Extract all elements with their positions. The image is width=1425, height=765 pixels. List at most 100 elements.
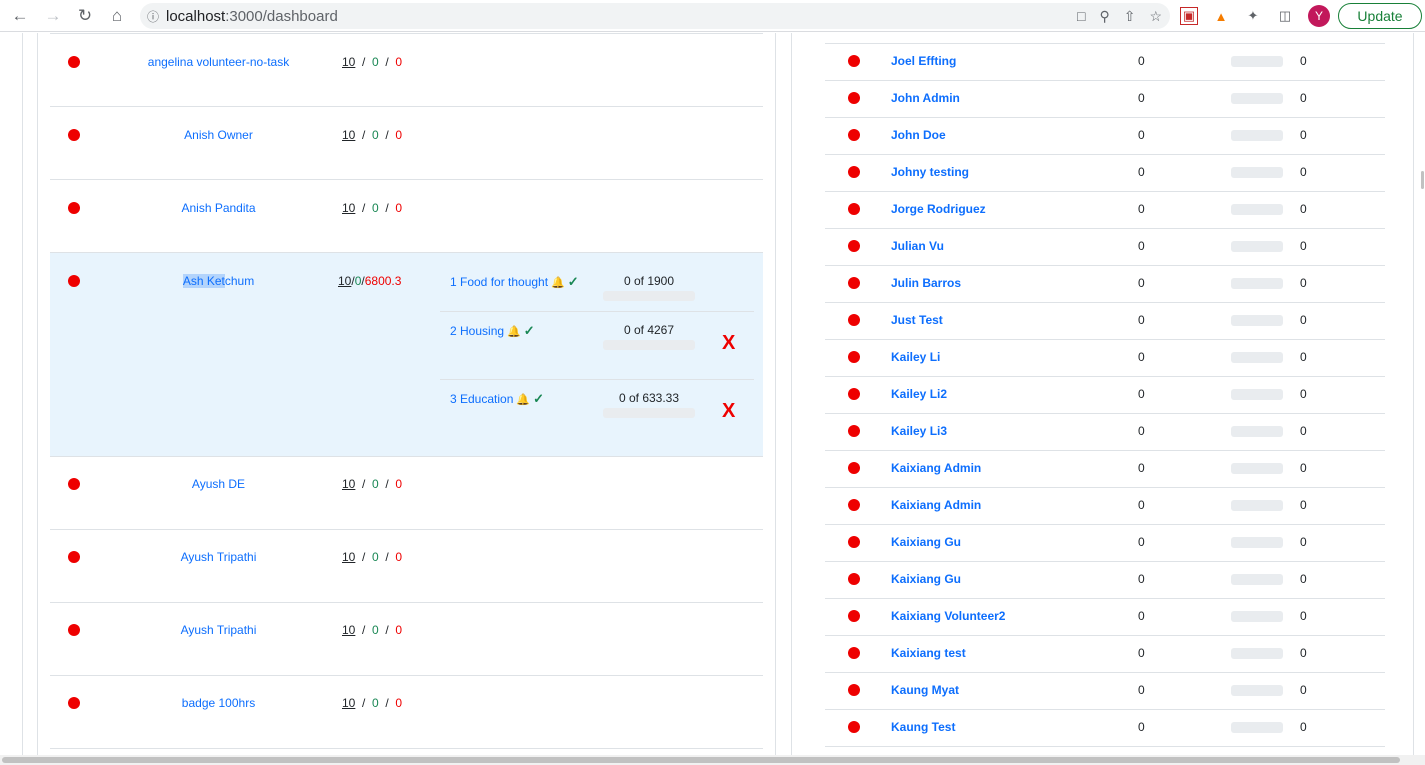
member-name-link[interactable]: Kailey Li2 [891, 387, 947, 401]
member-name-link[interactable]: Kaixiang Gu [891, 572, 961, 586]
hours-value: 0 [1138, 498, 1145, 512]
scrollbar-thumb[interactable] [2, 757, 1400, 763]
task-link[interactable]: 3 Education 🔔 ✓ [450, 391, 544, 407]
member-name-link[interactable]: Kailey Li [891, 350, 940, 364]
hours-ratio: 10 / 0 / 0 [342, 55, 403, 69]
member-name-link[interactable]: Ayush Tripathi [110, 550, 327, 564]
horizontal-scrollbar[interactable] [0, 755, 1425, 765]
total-value: 0 [1300, 683, 1307, 697]
back-icon[interactable]: ← [4, 0, 36, 32]
member-name-link[interactable]: Kaung Test [891, 720, 955, 734]
address-bar[interactable]: ⓘ localhost:3000/dashboard □ ⚲ ⇧ ☆ [140, 3, 1170, 29]
tangible-hours[interactable]: 10 [342, 201, 355, 215]
profile-avatar[interactable]: Y [1308, 5, 1330, 27]
tangible-hours[interactable]: 10 [342, 696, 355, 710]
member-name-link[interactable]: Anish Pandita [110, 201, 327, 215]
vertical-scrollbar[interactable] [1421, 171, 1424, 189]
member-name-link[interactable]: Kaixiang Volunteer2 [891, 609, 1005, 623]
check-icon[interactable]: ✓ [524, 323, 535, 339]
member-name-link[interactable]: Ayush DE [110, 477, 327, 491]
member-name-link[interactable]: angelina volunteer-no-task [110, 55, 327, 69]
metamask-fox-icon[interactable]: ▲ [1212, 7, 1230, 25]
table-row: angelina volunteer-no-task 10 / 0 / 0 [50, 34, 763, 107]
member-name-link[interactable]: Just Test [891, 313, 943, 327]
total-value: 0 [1300, 91, 1307, 105]
progress-bar [1231, 167, 1283, 178]
share-icon[interactable]: ⇧ [1124, 8, 1136, 25]
member-name-link[interactable]: Ayush Tripathi [110, 623, 327, 637]
weekly-hours: 0 [372, 55, 379, 69]
member-name-link[interactable]: Kaixiang Gu [891, 535, 961, 549]
progress-bar [1231, 93, 1283, 104]
member-name-link[interactable]: Kaixiang Admin [891, 498, 981, 512]
bell-icon[interactable]: 🔔 [507, 325, 521, 338]
status-dot [68, 275, 80, 287]
tangible-hours[interactable]: 10 [342, 623, 355, 637]
zoom-icon[interactable]: ⚲ [1099, 8, 1109, 25]
member-name-link[interactable]: Kaung Myat [891, 683, 959, 697]
task-link[interactable]: 1 Food for thought 🔔 ✓ [450, 274, 579, 290]
task-list: 1 Food for thought 🔔 ✓ 0 of 1900 2 Housing… [440, 263, 754, 458]
tangible-hours[interactable]: 10 [338, 274, 351, 288]
site-info-icon[interactable]: ⓘ [140, 8, 166, 25]
remove-task-button[interactable]: X [722, 332, 735, 355]
total-hours: 0 [395, 550, 403, 564]
hours-value: 0 [1138, 54, 1145, 68]
bell-icon[interactable]: 🔔 [516, 393, 530, 406]
task-progress-text: 0 of 4267 [623, 323, 675, 337]
tangible-hours[interactable]: 10 [342, 550, 355, 564]
extension-red-icon[interactable]: ▣ [1180, 7, 1198, 25]
task-name[interactable]: 1 Food for thought [450, 275, 548, 289]
member-name-link[interactable]: John Admin [891, 91, 960, 105]
weekly-hours: 0 [372, 623, 379, 637]
total-value: 0 [1300, 646, 1307, 660]
bookmark-star-icon[interactable]: ☆ [1149, 8, 1162, 25]
tangible-hours[interactable]: 10 [342, 477, 355, 491]
member-name-link[interactable]: Julian Vu [891, 239, 944, 253]
status-dot [848, 129, 860, 141]
member-name-link[interactable]: Kaixiang test [891, 646, 966, 660]
progress-bar [1231, 352, 1283, 363]
task-name[interactable]: 3 Education [450, 392, 513, 406]
member-name-link[interactable]: badge 100hrs [110, 696, 327, 710]
bell-icon[interactable]: 🔔 [551, 276, 565, 289]
check-icon[interactable]: ✓ [533, 391, 544, 407]
task-name[interactable]: 2 Housing [450, 324, 504, 338]
hours-ratio: 10 / 0 / 0 [342, 696, 403, 710]
total-value: 0 [1300, 276, 1307, 290]
table-row: Kaixiang Gu 0 0 [825, 525, 1385, 562]
status-dot [848, 240, 860, 252]
table-row: Kaixiang test 0 0 [825, 636, 1385, 673]
member-name-link[interactable]: Jorge Rodriguez [891, 202, 986, 216]
home-icon[interactable]: ⌂ [101, 0, 133, 32]
total-value: 0 [1300, 498, 1307, 512]
member-name-link[interactable]: Kailey Li3 [891, 424, 947, 438]
progress-bar [1231, 574, 1283, 585]
remove-task-button[interactable]: X [722, 400, 735, 423]
member-name-link[interactable]: John Doe [891, 128, 946, 142]
hours-ratio: 10 / 0 / 0 [342, 201, 403, 215]
task-link[interactable]: 2 Housing 🔔 ✓ [450, 323, 535, 339]
tangible-hours[interactable]: 10 [342, 128, 355, 142]
extensions-puzzle-icon[interactable]: ✦ [1244, 7, 1262, 25]
divider [37, 33, 38, 765]
forward-icon[interactable]: → [37, 0, 69, 32]
update-button[interactable]: Update [1338, 3, 1422, 29]
check-icon[interactable]: ✓ [568, 274, 579, 290]
member-name-link[interactable]: Ash Ketchum [110, 274, 327, 288]
member-name-link[interactable]: Joel Effting [891, 54, 956, 68]
member-name-link[interactable]: Anish Owner [110, 128, 327, 142]
translate-icon[interactable]: □ [1077, 8, 1085, 24]
progress-bar [1231, 389, 1283, 400]
member-name-link[interactable]: Julin Barros [891, 276, 961, 290]
progress-bar [1231, 278, 1283, 289]
member-name-link[interactable]: Kaixiang Admin [891, 461, 981, 475]
side-panel-icon[interactable]: ◫ [1276, 7, 1294, 25]
total-value: 0 [1300, 535, 1307, 549]
reload-icon[interactable]: ↻ [69, 0, 101, 32]
divider [22, 33, 23, 765]
tangible-hours[interactable]: 10 [342, 55, 355, 69]
table-row-selected: Ash Ketchum 10/0/6800.3 1 Food for thoug… [50, 253, 763, 457]
member-name-link[interactable]: Johny testing [891, 165, 969, 179]
status-dot [848, 203, 860, 215]
